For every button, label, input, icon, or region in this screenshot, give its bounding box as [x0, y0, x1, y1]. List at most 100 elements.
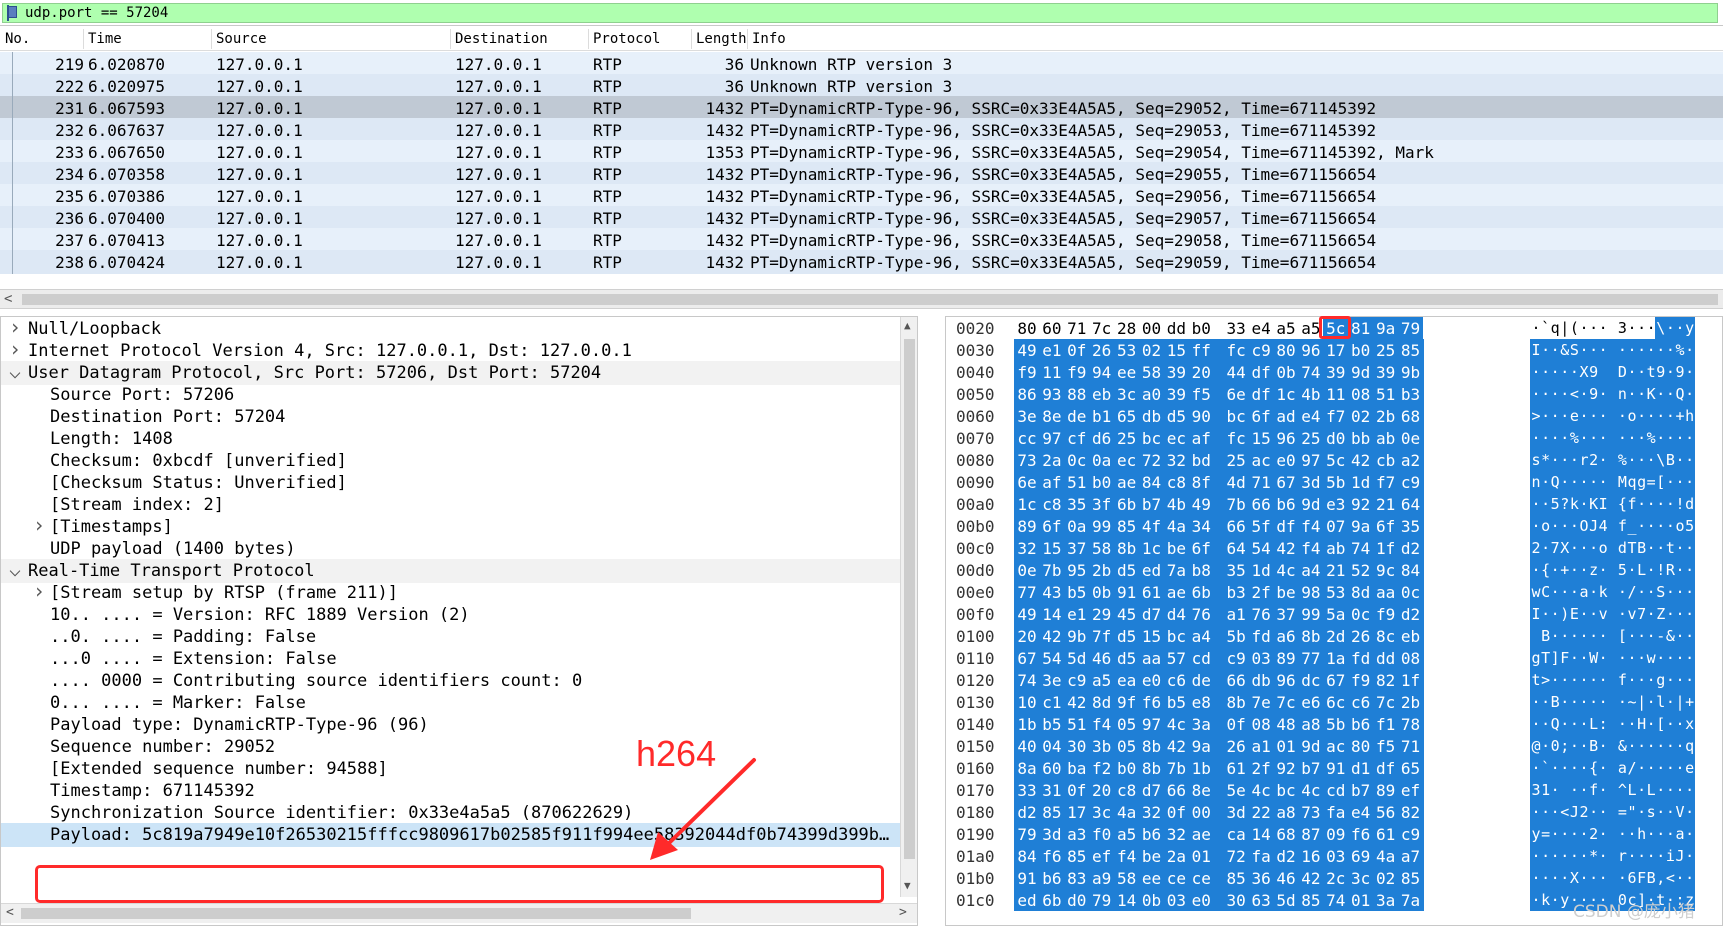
- ascii-char[interactable]: ·: [1579, 561, 1589, 579]
- hex-byte[interactable]: 26: [1350, 627, 1372, 646]
- ascii-char[interactable]: r: [1579, 451, 1589, 469]
- hex-byte[interactable]: e0: [1190, 891, 1212, 910]
- hex-byte[interactable]: a5: [1091, 671, 1113, 690]
- hex-byte[interactable]: ed: [1016, 891, 1038, 910]
- hex-byte[interactable]: 35: [1400, 517, 1422, 536]
- ascii-char[interactable]: [1608, 803, 1618, 821]
- hex-byte[interactable]: e3: [1325, 495, 1347, 514]
- hex-byte[interactable]: 16: [1300, 847, 1322, 866]
- ascii-char[interactable]: ·: [1560, 363, 1570, 381]
- ascii-char[interactable]: ·: [1656, 517, 1666, 535]
- ascii-char[interactable]: ·: [1569, 825, 1579, 843]
- hex-byte[interactable]: 2f: [1250, 583, 1272, 602]
- ascii-char[interactable]: ·: [1531, 319, 1541, 337]
- ascii-char[interactable]: x: [1685, 715, 1695, 733]
- ascii-char[interactable]: ·: [1627, 715, 1637, 733]
- hex-byte[interactable]: a5: [1275, 319, 1297, 338]
- scroll-left-icon[interactable]: <: [6, 905, 14, 920]
- hex-byte[interactable]: 85: [1400, 869, 1422, 888]
- hex-byte[interactable]: 17: [1325, 341, 1347, 360]
- hex-byte[interactable]: 74: [1325, 891, 1347, 910]
- hex-byte[interactable]: 0f: [1165, 803, 1187, 822]
- hex-byte[interactable]: 2c: [1325, 869, 1347, 888]
- ascii-char[interactable]: ·: [1665, 605, 1675, 623]
- hex-byte[interactable]: 4c: [1165, 715, 1187, 734]
- ascii-char[interactable]: S: [1656, 583, 1666, 601]
- ascii-char[interactable]: =: [1646, 473, 1656, 491]
- hex-byte[interactable]: 05: [1116, 715, 1138, 734]
- hex-byte[interactable]: ee: [1116, 363, 1138, 382]
- hex-byte[interactable]: 1d: [1350, 473, 1372, 492]
- hex-byte[interactable]: 20: [1091, 781, 1113, 800]
- hex-byte[interactable]: 00: [1190, 803, 1212, 822]
- ascii-char[interactable]: ·: [1579, 847, 1589, 865]
- hex-byte[interactable]: 2b: [1400, 693, 1422, 712]
- ascii-char[interactable]: {: [1617, 495, 1627, 513]
- hex-byte[interactable]: 7c: [1375, 693, 1397, 712]
- ascii-char[interactable]: `: [1541, 759, 1551, 777]
- ascii-char[interactable]: ·: [1646, 737, 1656, 755]
- ascii-char[interactable]: z: [1589, 561, 1599, 579]
- hex-byte[interactable]: 68: [1275, 825, 1297, 844]
- hex-byte[interactable]: ee: [1141, 869, 1163, 888]
- packet-row[interactable]: 233 6.067650 127.0.0.1 127.0.0.1 RTP 1353 PT=D…: [0, 140, 1723, 164]
- ascii-char[interactable]: R: [1665, 561, 1675, 579]
- hex-byte[interactable]: 1b: [1016, 715, 1038, 734]
- ascii-char[interactable]: f: [1617, 517, 1627, 535]
- ascii-char[interactable]: ·: [1646, 693, 1656, 711]
- hex-byte[interactable]: a5: [1116, 825, 1138, 844]
- ascii-char[interactable]: ·: [1550, 583, 1560, 601]
- hex-byte[interactable]: 0c: [1400, 583, 1422, 602]
- hex-byte[interactable]: ca: [1225, 825, 1247, 844]
- ascii-char[interactable]: ·: [1646, 583, 1656, 601]
- hex-byte[interactable]: 3c: [1116, 385, 1138, 404]
- detail-line[interactable]: Destination Port: 57204: [1, 405, 901, 429]
- detail-line[interactable]: › [Timestamps]: [1, 513, 901, 539]
- hex-byte[interactable]: bb: [1350, 429, 1372, 448]
- ascii-char[interactable]: S: [1569, 341, 1579, 359]
- ascii-char[interactable]: ·: [1550, 825, 1560, 843]
- hex-byte[interactable]: 6f: [1375, 517, 1397, 536]
- hex-byte[interactable]: 4f: [1141, 517, 1163, 536]
- hex-byte[interactable]: 32: [1165, 451, 1187, 470]
- ascii-char[interactable]: ·: [1579, 759, 1589, 777]
- hex-byte[interactable]: b6: [1350, 715, 1372, 734]
- hex-byte[interactable]: cd: [1190, 649, 1212, 668]
- ascii-char[interactable]: ·: [1598, 649, 1608, 667]
- hex-byte[interactable]: 4a: [1375, 847, 1397, 866]
- ascii-char[interactable]: @: [1531, 737, 1541, 755]
- hex-byte[interactable]: 72: [1141, 451, 1163, 470]
- ascii-char[interactable]: n: [1617, 385, 1627, 403]
- ascii-char[interactable]: ·: [1550, 781, 1560, 799]
- ascii-char[interactable]: o: [1598, 539, 1608, 557]
- hex-byte[interactable]: ab: [1325, 539, 1347, 558]
- ascii-char[interactable]: ·: [1665, 737, 1675, 755]
- hex-byte[interactable]: 54: [1250, 539, 1272, 558]
- hex-byte[interactable]: 85: [1066, 847, 1088, 866]
- ascii-char[interactable]: ·: [1598, 803, 1608, 821]
- ascii-char[interactable]: ·: [1637, 781, 1647, 799]
- ascii-char[interactable]: ·: [1665, 583, 1675, 601]
- hex-byte[interactable]: 56: [1375, 803, 1397, 822]
- ascii-char[interactable]: ·: [1646, 407, 1656, 425]
- ascii-char[interactable]: ·: [1541, 737, 1551, 755]
- ascii-char[interactable]: ·: [1646, 319, 1656, 337]
- hex-byte[interactable]: 32: [1165, 825, 1187, 844]
- ascii-char[interactable]: ·: [1637, 803, 1647, 821]
- ascii-char[interactable]: B: [1637, 539, 1647, 557]
- hex-byte[interactable]: fd: [1350, 649, 1372, 668]
- hex-byte[interactable]: 4b: [1165, 495, 1187, 514]
- ascii-char[interactable]: [1608, 825, 1618, 843]
- ascii-char[interactable]: ·: [1550, 759, 1560, 777]
- hex-byte[interactable]: 8b: [1141, 759, 1163, 778]
- ascii-char[interactable]: ·: [1627, 363, 1637, 381]
- ascii-char[interactable]: ·: [1560, 759, 1570, 777]
- ascii-char[interactable]: ·: [1569, 473, 1579, 491]
- ascii-char[interactable]: ·: [1627, 341, 1637, 359]
- hex-byte[interactable]: 9f: [1116, 693, 1138, 712]
- hex-byte[interactable]: 25: [1300, 429, 1322, 448]
- ascii-char[interactable]: I: [1531, 605, 1541, 623]
- hex-byte[interactable]: aa: [1375, 583, 1397, 602]
- ascii-char[interactable]: [: [1617, 627, 1627, 645]
- hex-byte[interactable]: fa: [1250, 847, 1272, 866]
